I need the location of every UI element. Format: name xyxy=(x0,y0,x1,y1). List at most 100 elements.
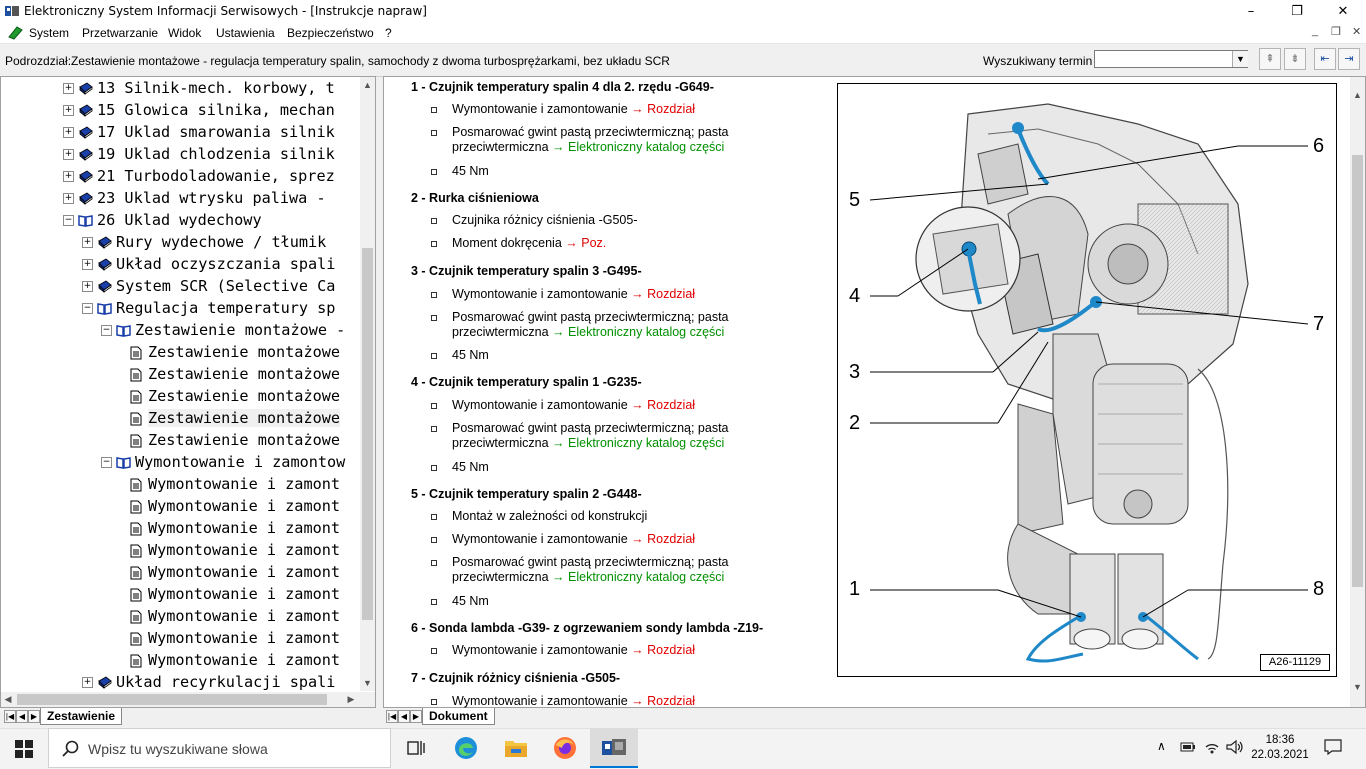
tree-scroll-right-icon[interactable]: ▶ xyxy=(346,694,356,705)
tree-item[interactable]: Zestawienie montażowe xyxy=(130,341,340,363)
tree-item[interactable]: + Układ recyrkulacji spali xyxy=(82,671,335,693)
tree-item[interactable]: Wymontowanie i zamont xyxy=(130,627,340,649)
doc-scroll-down-icon[interactable]: ▼ xyxy=(1351,682,1364,692)
expand-icon[interactable]: + xyxy=(82,237,93,248)
expand-icon[interactable]: + xyxy=(82,259,93,270)
doc-scroll-up-icon[interactable]: ▲ xyxy=(1351,90,1364,100)
menu-przetwarzanie[interactable]: Przetwarzanie xyxy=(82,26,158,40)
doc-tab-nav-first-icon[interactable]: |◀ xyxy=(386,710,398,723)
back-icon[interactable]: ⇤ xyxy=(1314,48,1336,70)
tree-item[interactable]: +13 Silnik-mech. korbowy, t xyxy=(63,77,335,99)
tree-item[interactable]: Wymontowanie i zamont xyxy=(130,495,340,517)
search-next-icon[interactable]: ⇟ xyxy=(1284,48,1306,70)
chapter-link[interactable]: → Rozdział xyxy=(631,102,695,116)
close-button[interactable]: ✕ xyxy=(1320,0,1366,23)
system-menu-icon[interactable] xyxy=(7,25,23,40)
expand-icon[interactable]: + xyxy=(63,171,74,182)
volume-icon[interactable] xyxy=(1226,739,1244,755)
tree-scroll-left-icon[interactable]: ◀ xyxy=(3,694,13,705)
tree-item[interactable]: +15 Glowica silnika, mechan xyxy=(63,99,335,121)
menu-bezpieczenstwo[interactable]: Bezpieczeństwo xyxy=(287,26,374,40)
chapter-link[interactable]: → Rozdział xyxy=(631,694,695,708)
tray-chevron-icon[interactable]: ∧ xyxy=(1157,739,1166,753)
battery-icon[interactable] xyxy=(1180,741,1196,753)
tab-nav-first-icon[interactable]: |◀ xyxy=(4,710,16,723)
edge-icon[interactable] xyxy=(454,736,478,760)
tree-item[interactable]: Zestawienie montażowe xyxy=(130,429,340,451)
tree-scroll-thumb[interactable] xyxy=(362,248,373,620)
expand-icon[interactable]: + xyxy=(63,193,74,204)
tab-dokument[interactable]: Dokument xyxy=(422,708,495,725)
tree-item[interactable]: + System SCR (Selective Ca xyxy=(82,275,335,297)
maximize-button[interactable]: ❐ xyxy=(1274,0,1320,23)
wifi-icon[interactable] xyxy=(1204,739,1220,755)
collapse-icon[interactable]: − xyxy=(63,215,74,226)
tree-item[interactable]: +17 Uklad smarowania silnik xyxy=(63,121,335,143)
tree-item[interactable]: + Układ oczyszczania spali xyxy=(82,253,335,275)
tree-item[interactable]: − Wymontowanie i zamontow xyxy=(101,451,345,473)
firefox-icon[interactable] xyxy=(553,736,577,760)
catalog-link[interactable]: → Elektroniczny katalog części xyxy=(552,140,724,154)
mdi-minimize-button[interactable]: _ xyxy=(1312,25,1318,37)
tree-scroll-up-icon[interactable]: ▲ xyxy=(361,80,374,90)
tree-item[interactable]: − 26 Uklad wydechowy xyxy=(63,209,262,231)
tree-item[interactable]: Wymontowanie i zamont xyxy=(130,517,340,539)
chapter-link[interactable]: → Poz. xyxy=(565,236,606,250)
tab-nav-next-icon[interactable]: ▶ xyxy=(28,710,40,723)
tree-item[interactable]: Wymontowanie i zamont xyxy=(130,561,340,583)
collapse-icon[interactable]: − xyxy=(101,457,112,468)
task-view-icon[interactable] xyxy=(406,738,426,758)
doc-tab-nav-next-icon[interactable]: ▶ xyxy=(410,710,422,723)
chapter-link[interactable]: → Rozdział xyxy=(631,287,695,301)
tree-item[interactable]: − Zestawienie montażowe - xyxy=(101,319,345,341)
tree-item[interactable]: + Rury wydechowe / tłumik xyxy=(82,231,326,253)
tree-scroll-down-icon[interactable]: ▼ xyxy=(361,678,374,688)
tree-item[interactable]: Wymontowanie i zamont xyxy=(130,649,340,671)
expand-icon[interactable]: + xyxy=(63,149,74,160)
tree-hscroll-thumb[interactable] xyxy=(17,694,327,705)
file-explorer-icon[interactable] xyxy=(504,737,528,759)
tab-nav-prev-icon[interactable]: ◀ xyxy=(16,710,28,723)
menu-system[interactable]: System xyxy=(29,26,69,40)
menu-ustawienia[interactable]: Ustawienia xyxy=(216,26,275,40)
tree-item[interactable]: Wymontowanie i zamont xyxy=(130,539,340,561)
expand-icon[interactable]: + xyxy=(63,105,74,116)
navigation-tree[interactable]: +13 Silnik-mech. korbowy, t +15 Glowica s… xyxy=(0,76,376,708)
search-prev-icon[interactable]: ⇞ xyxy=(1259,48,1281,70)
windows-start-icon[interactable] xyxy=(15,740,33,758)
mdi-restore-button[interactable]: ❐ xyxy=(1331,25,1341,38)
expand-icon[interactable]: + xyxy=(63,127,74,138)
expand-icon[interactable]: + xyxy=(82,281,93,292)
tree-item[interactable]: Wymontowanie i zamont xyxy=(130,473,340,495)
tree-item[interactable]: +19 Uklad chlodzenia silnik xyxy=(63,143,335,165)
tree-item[interactable]: Zestawienie montażowe xyxy=(130,385,340,407)
tree-item[interactable]: − Regulacja temperatury sp xyxy=(82,297,335,319)
chapter-link[interactable]: → Rozdział xyxy=(631,532,695,546)
expand-icon[interactable]: + xyxy=(63,83,74,94)
menu-widok[interactable]: Widok xyxy=(168,26,201,40)
menu-help[interactable]: ? xyxy=(385,26,392,40)
tree-item[interactable]: Zestawienie montażowe xyxy=(130,363,340,385)
search-dropdown-icon[interactable]: ▼ xyxy=(1232,51,1248,67)
notifications-icon[interactable] xyxy=(1324,739,1342,755)
tree-item[interactable]: Wymontowanie i zamont xyxy=(130,583,340,605)
collapse-icon[interactable]: − xyxy=(82,303,93,314)
tab-zestawienie[interactable]: Zestawienie xyxy=(40,708,123,725)
tree-item[interactable]: +21 Turbodoladowanie, sprez xyxy=(63,165,335,187)
catalog-link[interactable]: → Elektroniczny katalog części xyxy=(552,570,724,584)
doc-tab-nav-prev-icon[interactable]: ◀ xyxy=(398,710,410,723)
tree-item[interactable]: Wymontowanie i zamont xyxy=(130,605,340,627)
collapse-icon[interactable]: − xyxy=(101,325,112,336)
doc-scroll-thumb[interactable] xyxy=(1352,155,1363,587)
system-clock[interactable]: 18:36 22.03.2021 xyxy=(1250,733,1310,763)
mdi-close-button[interactable]: ✕ xyxy=(1352,25,1361,38)
forward-icon[interactable]: ⇥ xyxy=(1338,48,1360,70)
search-input[interactable] xyxy=(1094,50,1248,68)
minimize-button[interactable]: – xyxy=(1228,0,1274,23)
tree-item[interactable]: +23 Uklad wtrysku paliwa - xyxy=(63,187,326,209)
chapter-link[interactable]: → Rozdział xyxy=(631,643,695,657)
tree-item[interactable]: Zestawienie montażowe xyxy=(130,407,341,429)
catalog-link[interactable]: → Elektroniczny katalog części xyxy=(552,436,724,450)
catalog-link[interactable]: → Elektroniczny katalog części xyxy=(552,325,724,339)
chapter-link[interactable]: → Rozdział xyxy=(631,398,695,412)
